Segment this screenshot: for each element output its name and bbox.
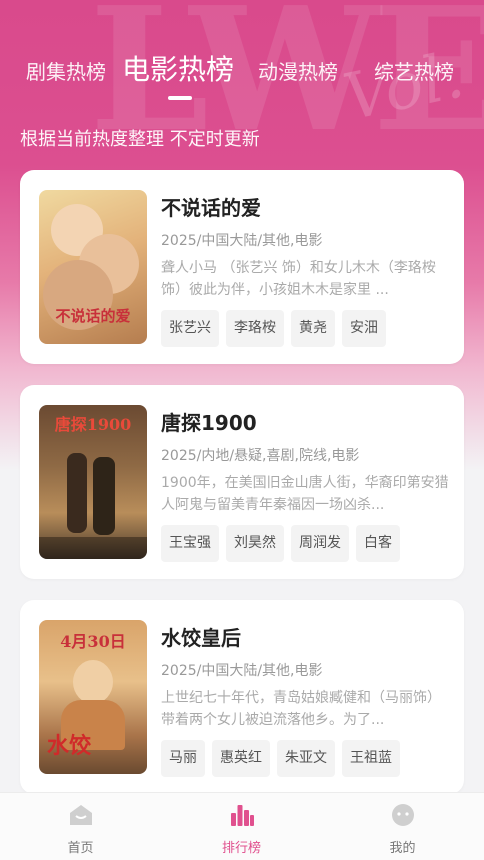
actor-tag[interactable]: 黄尧 (291, 310, 335, 347)
tab-series[interactable]: 剧集热榜 (26, 56, 106, 85)
poster-title-text: 唐探1900 (54, 415, 132, 434)
poster-title-text: 4月30日 (60, 632, 126, 651)
movie-description: 上世纪七十年代，青岛姑娘臧健和（马丽饰）带着两个女儿被迫流落他乡。为了... (161, 690, 441, 728)
movie-description: 聋人小马 （张艺兴 饰）和女儿木木（李珞桉 饰）彼此为伴，小孩姐木木是家里 ..… (161, 260, 436, 298)
actor-tag[interactable]: 李珞桉 (226, 310, 284, 347)
actor-tag[interactable]: 周润发 (291, 525, 349, 562)
nav-home-label: 首页 (67, 841, 94, 856)
movie-description: 1900年，在美国旧金山唐人街，华裔印第安猎人阿鬼与留美青年秦福因一场凶杀... (161, 475, 449, 513)
profile-icon (392, 804, 414, 826)
movie-meta: 2025/内地/悬疑,喜剧,院线,电影 (161, 448, 360, 464)
movie-poster: 4月30日 水饺 (39, 620, 147, 774)
actor-tag[interactable]: 惠英红 (212, 740, 270, 777)
actor-tag[interactable]: 王宝强 (161, 525, 219, 562)
movie-meta: 2025/中国大陆/其他,电影 (161, 233, 323, 249)
movie-title: 不说话的爱 (161, 196, 261, 220)
home-icon (70, 805, 92, 825)
tab-anime[interactable]: 动漫热榜 (258, 56, 338, 85)
actor-tag[interactable]: 刘昊然 (226, 525, 284, 562)
nav-home[interactable]: 首页 (0, 793, 161, 860)
movie-title: 水饺皇后 (161, 626, 241, 650)
movie-poster: 不说话的爱 (39, 190, 147, 344)
active-tab-indicator (168, 96, 192, 100)
actor-tag[interactable]: 安沺 (342, 310, 386, 347)
movie-meta: 2025/中国大陆/其他,电影 (161, 663, 323, 679)
actor-tags: 王宝强 刘昊然 周润发 白客 (161, 525, 400, 562)
actor-tags: 马丽 惠英红 朱亚文 王祖蓝 (161, 740, 400, 777)
nav-ranking[interactable]: 排行榜 (161, 793, 322, 860)
nav-profile-label: 我的 (389, 841, 416, 856)
actor-tag[interactable]: 朱亚文 (277, 740, 335, 777)
ranking-subtitle: 根据当前热度整理 不定时更新 (20, 129, 260, 150)
movie-card[interactable]: 4月30日 水饺 水饺皇后 2025/中国大陆/其他,电影 上世纪七十年代，青岛… (20, 600, 464, 794)
actor-tag[interactable]: 张艺兴 (161, 310, 219, 347)
tab-movies[interactable]: 电影热榜 (122, 48, 234, 88)
movie-poster: 唐探1900 (39, 405, 147, 559)
bottom-navigation: 首页 排行榜 我的 (0, 792, 484, 860)
ranking-icon (231, 805, 254, 826)
movie-card[interactable]: 唐探1900 唐探1900 2025/内地/悬疑,喜剧,院线,电影 1900年，… (20, 385, 464, 579)
movie-title: 唐探1900 (161, 411, 257, 435)
actor-tag[interactable]: 白客 (356, 525, 400, 562)
movie-card[interactable]: 不说话的爱 不说话的爱 2025/中国大陆/其他,电影 聋人小马 （张艺兴 饰）… (20, 170, 464, 364)
nav-ranking-label: 排行榜 (221, 841, 261, 856)
actor-tag[interactable]: 马丽 (161, 740, 205, 777)
poster-title-text: 不说话的爱 (55, 307, 131, 325)
nav-profile[interactable]: 我的 (322, 793, 483, 860)
actor-tags: 张艺兴 李珞桉 黄尧 安沺 (161, 310, 386, 347)
actor-tag[interactable]: 王祖蓝 (342, 740, 400, 777)
tab-variety[interactable]: 综艺热榜 (374, 56, 454, 85)
category-tabs: 剧集热榜 电影热榜 动漫热榜 综艺热榜 (0, 42, 484, 102)
